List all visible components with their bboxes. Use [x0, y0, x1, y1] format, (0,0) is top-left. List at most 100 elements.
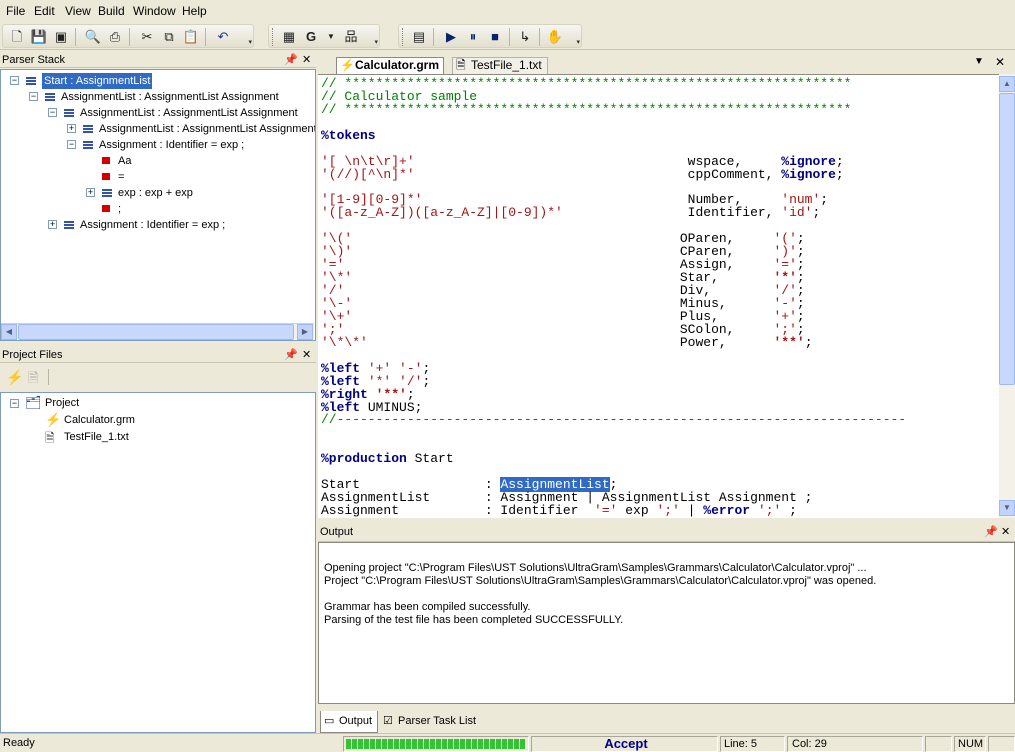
g-dropdown-icon[interactable]: G: [301, 27, 321, 47]
close-icon[interactable]: ✕: [302, 347, 311, 363]
print-preview-icon[interactable]: 🔍: [83, 27, 103, 47]
project-file-item[interactable]: TestFile_1.txt: [64, 429, 129, 445]
project-icon: 🗂: [25, 395, 42, 410]
parser-stack-item[interactable]: AssignmentList : AssignmentList Assignme…: [80, 105, 298, 121]
scroll-up-icon[interactable]: ▲: [999, 76, 1015, 92]
tree-expander-icon[interactable]: +: [48, 220, 57, 229]
code-token: ;: [804, 334, 813, 350]
progress-segment: [436, 739, 441, 749]
undo-icon[interactable]: ↶: [213, 27, 233, 47]
grid-icon[interactable]: ▦: [279, 27, 299, 47]
paste-icon[interactable]: 📋: [181, 27, 201, 47]
code-line: Assignment : Identifier '=' exp ';' | %e…: [321, 504, 797, 517]
tree-icon[interactable]: 品: [341, 27, 361, 47]
tab-testfile[interactable]: 🗎 TestFile_1.txt: [452, 57, 548, 74]
pin-icon[interactable]: 📌: [984, 524, 998, 540]
parser-stack-item[interactable]: AssignmentList : AssignmentList Assignme…: [99, 121, 315, 137]
code-token: Identifier,: [562, 205, 782, 221]
rule-icon: [64, 109, 74, 117]
pin-icon[interactable]: 📌: [284, 347, 298, 363]
run-icon[interactable]: ▶: [441, 27, 461, 47]
progress-segment: [364, 739, 369, 749]
tree-expander-icon[interactable]: −: [67, 140, 76, 149]
grammar-file-icon: ⚡: [340, 58, 355, 72]
save-all-icon[interactable]: ▣: [51, 27, 71, 47]
scroll-thumb[interactable]: [18, 324, 294, 340]
output-line: Parsing of the test file has been comple…: [324, 614, 624, 626]
save-icon[interactable]: 💾: [29, 27, 49, 47]
tree-expander-icon[interactable]: +: [86, 188, 95, 197]
copy-icon[interactable]: ⧉: [159, 27, 179, 47]
num-lock-indicator: NUM: [954, 736, 986, 752]
code-token: |: [679, 503, 704, 518]
hand-icon[interactable]: ✋: [545, 27, 565, 47]
project-file-item[interactable]: Calculator.grm: [64, 412, 135, 428]
parser-stack-item[interactable]: Start : AssignmentList: [42, 73, 153, 89]
scroll-thumb[interactable]: [999, 93, 1015, 385]
parser-stack-item[interactable]: =: [118, 169, 124, 185]
add-file-icon[interactable]: 🗎: [28, 369, 38, 391]
project-files-header: Project Files 📌 ✕: [0, 347, 316, 363]
parser-stack-item[interactable]: AssignmentList : AssignmentList Assignme…: [61, 89, 279, 105]
menu-build[interactable]: Build: [98, 4, 125, 18]
progress-segment: [412, 739, 417, 749]
print-icon[interactable]: ⎙: [105, 27, 125, 47]
toolbar-overflow-icon[interactable]: ▾: [248, 38, 252, 46]
menu-edit[interactable]: Edit: [34, 4, 55, 18]
tree-expander-icon[interactable]: −: [29, 92, 38, 101]
pause-icon[interactable]: ⏸: [463, 27, 483, 47]
output-pane[interactable]: Opening project "C:\Program Files\UST So…: [318, 542, 1015, 704]
tree-expander-icon[interactable]: −: [10, 399, 19, 408]
lightning-icon[interactable]: ⚡: [6, 369, 23, 386]
tab-list-dropdown-icon[interactable]: ▼: [974, 56, 984, 67]
rule-icon: [83, 125, 93, 133]
editor-vscroll[interactable]: ▲ ▼: [999, 74, 1015, 518]
scroll-down-icon[interactable]: ▼: [999, 500, 1015, 516]
code-token: ;: [422, 373, 431, 389]
close-icon[interactable]: ✕: [1001, 524, 1010, 540]
text-file-icon: 🗎: [45, 431, 55, 445]
tree-expander-icon[interactable]: +: [67, 124, 76, 133]
parser-stack-item[interactable]: exp : exp + exp: [118, 185, 193, 201]
menu-view[interactable]: View: [65, 4, 91, 18]
chevron-down-icon[interactable]: ▼: [321, 27, 341, 47]
parser-stack-item[interactable]: ;: [118, 201, 121, 217]
toolbar-overflow-icon[interactable]: ▾: [576, 38, 580, 46]
scroll-left-icon[interactable]: ◀: [1, 324, 17, 340]
code-line: //--------------------------------------…: [321, 413, 906, 426]
tab-calculator-grm[interactable]: ⚡ Calculator.grm: [336, 57, 444, 74]
progress-segment: [358, 739, 363, 749]
project-files-tree[interactable]: − 🗂 Project ⚡ Calculator.grm 🗎 TestFile_…: [0, 392, 316, 733]
code-editor[interactable]: // *************************************…: [318, 74, 999, 518]
parser-stack-item[interactable]: Assignment : Identifier = exp ;: [80, 217, 225, 233]
parser-stack-item[interactable]: Assignment : Identifier = exp ;: [99, 137, 244, 153]
col-indicator: Col: 29: [787, 736, 923, 752]
close-icon[interactable]: ✕: [995, 55, 1005, 69]
toolbar-separator: [129, 28, 130, 46]
parser-stack-hscroll[interactable]: ◀ ▶: [1, 323, 314, 340]
code-token: exp: [617, 503, 657, 518]
line-indicator: Line: 5: [720, 736, 785, 752]
tree-expander-icon[interactable]: −: [10, 76, 19, 85]
toolbar-overflow-icon[interactable]: ▾: [374, 38, 378, 46]
menu-help[interactable]: Help: [182, 4, 207, 18]
progress-segment: [424, 739, 429, 749]
tab-output[interactable]: ▭ Output: [320, 711, 378, 733]
tab-parser-task-list[interactable]: ☑ Parser Task List: [380, 711, 480, 733]
menu-window[interactable]: Window: [133, 4, 176, 18]
toolbar-grip[interactable]: [402, 28, 405, 46]
new-file-icon[interactable]: 🗋: [7, 27, 27, 47]
tree-expander-icon[interactable]: −: [48, 108, 57, 117]
step-icon[interactable]: ↳: [515, 27, 535, 47]
scroll-right-icon[interactable]: ▶: [297, 324, 313, 340]
close-icon[interactable]: ✕: [302, 52, 311, 68]
pin-icon[interactable]: 📌: [284, 52, 298, 68]
properties-icon[interactable]: ▤: [409, 27, 429, 47]
cut-icon[interactable]: ✂: [137, 27, 157, 47]
parser-stack-tree[interactable]: − Start : AssignmentList − AssignmentList :…: [0, 69, 316, 341]
parser-stack-item[interactable]: Aa: [118, 153, 131, 169]
project-root[interactable]: Project: [45, 395, 79, 411]
menu-file[interactable]: File: [6, 4, 25, 18]
stop-icon[interactable]: ■: [485, 27, 505, 47]
toolbar-grip[interactable]: [272, 28, 275, 46]
